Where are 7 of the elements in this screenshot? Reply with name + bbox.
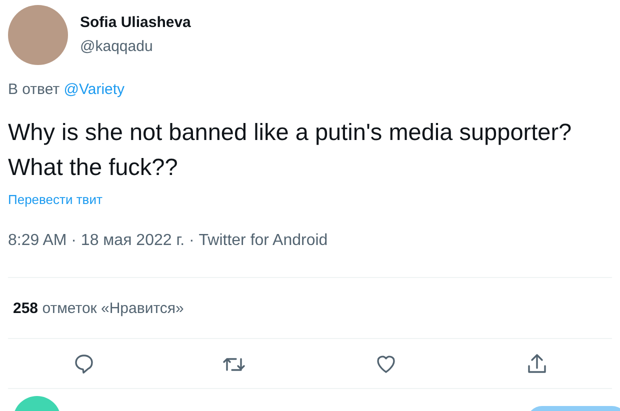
tweet-text: What the fuck?? (8, 152, 179, 182)
tweet-text: Why is she not banned like a putin's media supporter? (8, 118, 573, 147)
reply-label: В ответ (8, 81, 60, 98)
author-handle[interactable]: @kaqqadu (80, 37, 191, 57)
likes-count[interactable]: 258 отметок «Нравится» (13, 300, 184, 317)
tweet-timestamp: 8:29 AM · 18 мая 2022 г. · Twitter for Android (8, 231, 329, 251)
author-name[interactable]: Sofia Uliasheva (80, 13, 191, 33)
